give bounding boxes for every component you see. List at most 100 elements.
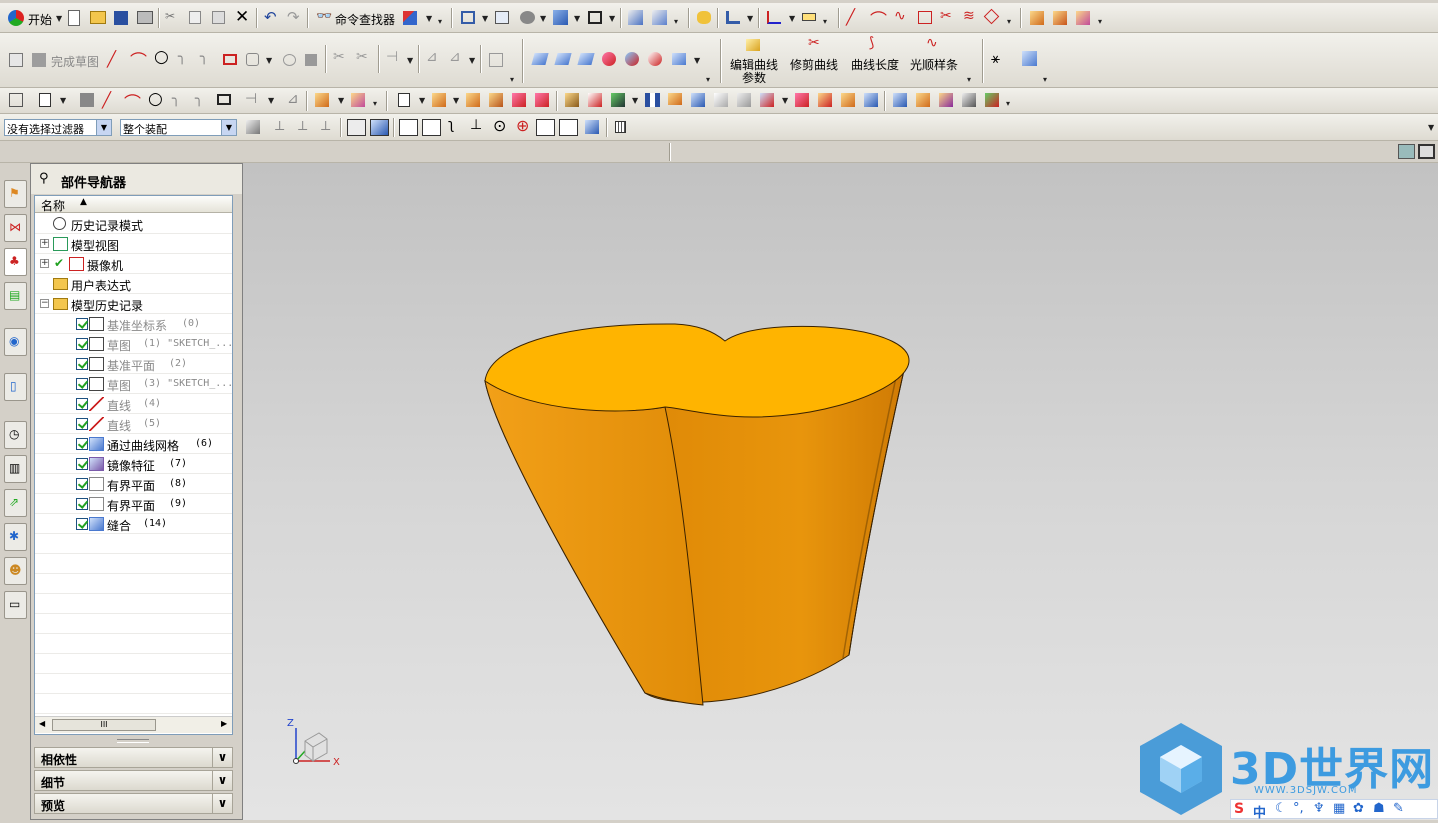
slot-icon[interactable] xyxy=(535,93,549,107)
snap-center-icon[interactable]: ⊙ xyxy=(493,116,506,135)
chamfer-feature-icon[interactable] xyxy=(588,93,602,107)
sketch-line-icon[interactable]: ╱ xyxy=(107,50,116,68)
feature-icon[interactable] xyxy=(1076,11,1090,25)
sketch-tools-icon[interactable]: ⚹ xyxy=(991,49,1000,67)
dimension-icon[interactable]: ⊣ xyxy=(245,91,257,107)
process-studio-tab[interactable]: ⇗ xyxy=(4,489,27,517)
start-dropdown-icon[interactable]: ▼ xyxy=(56,14,62,23)
feature-checkbox[interactable] xyxy=(76,378,88,390)
feature-checkbox[interactable] xyxy=(76,358,88,370)
rectangle-icon[interactable] xyxy=(217,94,231,105)
intersect-icon[interactable] xyxy=(841,93,855,107)
scroll-left-icon[interactable]: ◀ xyxy=(39,719,45,728)
sketch-chamfer-icon[interactable]: ╮ xyxy=(200,49,208,65)
snap-on-curve-icon[interactable] xyxy=(559,119,578,136)
ime-logo-icon[interactable]: S xyxy=(1234,801,1244,817)
new-file-icon[interactable] xyxy=(68,10,80,26)
hole-icon[interactable] xyxy=(432,93,446,107)
grid-view-icon[interactable] xyxy=(461,11,475,24)
feature-checkbox[interactable] xyxy=(76,318,88,330)
mirror-body-icon[interactable] xyxy=(611,93,625,107)
chevron-down-icon[interactable]: ∨ xyxy=(212,748,232,767)
horizontal-scrollbar[interactable]: ◀ III ▶ xyxy=(35,716,232,733)
skin-icon[interactable]: ✿ xyxy=(1353,801,1364,816)
dropdown-icon[interactable]: ▼ xyxy=(540,14,546,23)
feature-checkbox[interactable] xyxy=(76,418,88,430)
dropdown-icon[interactable]: ▼ xyxy=(266,56,272,65)
dropdown-icon[interactable]: ▼ xyxy=(407,56,413,65)
revolve-feature-icon[interactable] xyxy=(351,93,365,107)
pad-icon[interactable] xyxy=(512,93,526,107)
snap-quadrant-icon[interactable]: ⊕ xyxy=(516,116,529,135)
orient-view-icon[interactable] xyxy=(628,10,643,25)
open-folder-icon[interactable] xyxy=(90,11,106,24)
dropdown-icon[interactable]: ▼ xyxy=(453,96,459,105)
scope-select[interactable]: 整个装配 ▼ xyxy=(120,119,237,136)
web-browser-tab[interactable]: ◉ xyxy=(4,328,27,356)
offset-face-icon[interactable] xyxy=(714,93,728,107)
filter-grid-icon[interactable] xyxy=(615,121,626,133)
selection-tool-icon[interactable] xyxy=(403,11,417,25)
snap-control-icon[interactable]: ʅ xyxy=(448,117,454,133)
dropdown-icon[interactable]: ▼ xyxy=(747,14,753,23)
snap-endpoint-icon[interactable] xyxy=(399,119,418,136)
unite-icon[interactable] xyxy=(795,93,809,107)
chevron-down-icon[interactable]: ∨ xyxy=(212,794,232,813)
surface-icon-4[interactable] xyxy=(602,52,616,66)
sketch-offset-icon[interactable]: ⊣ xyxy=(386,49,398,65)
dropdown-icon[interactable]: ▾ xyxy=(510,75,514,84)
tree-row[interactable]: 直线 (4) xyxy=(35,394,232,414)
fit-view-icon[interactable] xyxy=(495,11,509,24)
save-icon[interactable] xyxy=(114,11,128,25)
system-scene-tab[interactable]: ▭ xyxy=(4,591,27,619)
tree-row[interactable]: 草图 (1) "SKETCH_... xyxy=(35,334,232,354)
print-icon[interactable] xyxy=(137,11,153,24)
surface-icon-6[interactable] xyxy=(648,52,662,66)
new-part-icon[interactable] xyxy=(398,93,410,107)
edge-blend-icon[interactable] xyxy=(565,93,579,107)
feature-checkbox[interactable] xyxy=(76,478,88,490)
dropdown-icon[interactable]: ▾ xyxy=(438,17,442,26)
line-icon[interactable]: ╱ xyxy=(102,91,111,109)
tree-row[interactable]: 草图 (3) "SKETCH_... xyxy=(35,374,232,394)
expand-icon[interactable]: + xyxy=(40,239,49,248)
microphone-icon[interactable]: ♆ xyxy=(1313,801,1325,816)
tree-row[interactable]: − 模型历史记录 xyxy=(35,294,232,314)
curve-length-icon[interactable]: ⟆ xyxy=(869,35,874,51)
command-finder-button[interactable]: 命令查找器 xyxy=(335,11,395,28)
punctuation-icon[interactable]: °, xyxy=(1293,801,1304,816)
dropdown-icon[interactable]: ▼ xyxy=(574,14,580,23)
sketch-settings-icon[interactable] xyxy=(1022,51,1037,66)
finish-sketch-icon[interactable] xyxy=(32,53,46,67)
sketch-pattern-icon[interactable] xyxy=(489,53,503,67)
solid-body[interactable] xyxy=(484,323,910,706)
tree-row[interactable]: 用户表达式 xyxy=(35,274,232,294)
edit-curve-params-icon[interactable] xyxy=(746,39,760,51)
dropdown-icon[interactable]: ▾ xyxy=(674,17,678,26)
surface-icon-7[interactable] xyxy=(672,53,686,65)
tree-row[interactable]: 历史记录模式 xyxy=(35,214,232,234)
shaded-cube-icon[interactable] xyxy=(553,10,568,25)
selection-filter-select[interactable]: 没有选择过滤器 ▼ xyxy=(4,119,112,136)
thicken-icon[interactable] xyxy=(893,93,907,107)
binoculars-icon[interactable]: 👓 xyxy=(316,9,332,24)
surface-icon-5[interactable] xyxy=(625,52,639,66)
offset-curve-icon[interactable]: ≋ xyxy=(963,8,975,24)
sketch-constraint-icon[interactable]: ⊿ xyxy=(426,49,438,65)
project-curve-icon[interactable] xyxy=(983,8,1000,25)
history-tab[interactable]: ◷ xyxy=(4,421,27,449)
start-menu[interactable]: 开始 xyxy=(28,11,52,28)
column-header-name[interactable]: 名称 ▲ xyxy=(35,196,232,213)
collapse-icon[interactable]: − xyxy=(40,299,49,308)
sketch-mode-icon[interactable] xyxy=(9,93,23,107)
dropdown-icon[interactable]: ▼ xyxy=(694,56,700,65)
section-header[interactable]: 相依性 ∨ xyxy=(34,747,233,768)
sketch-conic-icon[interactable] xyxy=(305,54,317,66)
dropdown-icon[interactable]: ▼ xyxy=(782,96,788,105)
sketch-rectangle-icon[interactable] xyxy=(223,54,237,65)
draft-icon[interactable] xyxy=(691,93,705,107)
finish-sketch-button[interactable]: 完成草图 xyxy=(51,53,99,70)
sketch-icon[interactable] xyxy=(9,53,23,67)
promote-icon[interactable] xyxy=(962,93,976,107)
part-navigator-tab[interactable]: ♣ xyxy=(4,248,27,276)
